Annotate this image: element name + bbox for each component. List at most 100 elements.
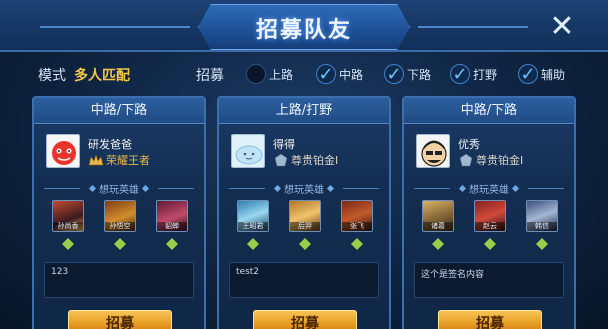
avatar[interactable]	[231, 134, 265, 168]
lane-mark-icon	[432, 238, 444, 250]
filter-bar: 模式 多人匹配 招募 上路 ✓ 中路 ✓ 下路 ✓ 打野 ✓ 辅助	[0, 56, 608, 90]
hero-name: 诸葛	[423, 222, 453, 231]
lane-mark-icon	[166, 238, 178, 250]
want-heroes-label: 想玩英雄	[469, 184, 509, 196]
signature-note: 123	[44, 262, 194, 298]
hero-portrait[interactable]: 赵云	[474, 200, 506, 232]
hero-name: 貂蝉	[157, 222, 187, 231]
platinum-rank-icon	[459, 153, 473, 167]
lane-option-mid[interactable]: ✓ 中路	[316, 62, 363, 86]
lane-option-support[interactable]: ✓ 辅助	[518, 62, 565, 86]
hero-name: 韩信	[527, 222, 557, 231]
divider	[158, 187, 194, 189]
rank-text: 荣耀王者	[106, 154, 150, 167]
divider	[414, 187, 450, 189]
lane-top-checkbox[interactable]	[246, 64, 266, 84]
hero-name: 王昭君	[238, 222, 268, 231]
diamond-icon	[458, 184, 467, 192]
rank-text: 尊贵铂金I	[476, 154, 524, 167]
lane-support-checkbox[interactable]: ✓	[518, 63, 538, 85]
rank-badge: 尊贵铂金I	[458, 152, 523, 168]
lane-mid-checkbox[interactable]: ✓	[316, 63, 336, 85]
hero-portrait[interactable]: 后羿	[289, 200, 321, 232]
check-icon: ✓	[520, 63, 536, 85]
rank-badge: 荣耀王者	[88, 152, 150, 168]
king-rank-icon	[88, 154, 104, 166]
hero-name: 孙悟空	[105, 222, 135, 231]
hero-portrait[interactable]: 王昭君	[237, 200, 269, 232]
divider	[44, 187, 80, 189]
card-role: 中路/下路	[404, 98, 574, 124]
hero-portrait[interactable]: 张飞	[341, 200, 373, 232]
header-divider-right	[418, 26, 528, 28]
recruit-button[interactable]: 招募	[438, 310, 542, 329]
recruit-card: 中路/下路 研发爸爸 荣耀王者 想玩英雄 孙尚香 孙悟空 貂蝉 123 招募	[32, 96, 206, 329]
lane-bottom-checkbox[interactable]: ✓	[384, 63, 404, 85]
dialog-title: 招募队友	[255, 18, 352, 43]
lane-option-jungle[interactable]: ✓ 打野	[450, 62, 497, 86]
hero-portrait[interactable]: 貂蝉	[156, 200, 188, 232]
check-icon: ✓	[318, 63, 334, 85]
diamond-icon	[273, 184, 282, 192]
diamond-icon	[326, 184, 335, 192]
close-button[interactable]: ✕	[544, 8, 580, 44]
player-name: 得得	[273, 138, 295, 151]
dialog-header: 招募队友 ✕	[0, 0, 608, 52]
hero-name: 张飞	[342, 222, 372, 231]
avatar[interactable]	[46, 134, 80, 168]
divider	[229, 187, 265, 189]
recruit-button[interactable]: 招募	[68, 310, 172, 329]
rank-badge: 尊贵铂金I	[273, 152, 338, 168]
diamond-icon	[88, 184, 97, 192]
hero-portrait[interactable]: 孙悟空	[104, 200, 136, 232]
want-heroes-label: 想玩英雄	[99, 184, 139, 196]
check-icon: ✓	[452, 63, 468, 85]
card-role: 中路/下路	[34, 98, 204, 124]
recruit-dialog: 招募队友 ✕ 模式 多人匹配 招募 上路 ✓ 中路 ✓ 下路 ✓ 打野 ✓ 辅助	[0, 0, 608, 329]
hero-name: 后羿	[290, 222, 320, 231]
lane-mark-icon	[114, 238, 126, 250]
lane-option-label: 打野	[473, 67, 498, 82]
signature-note: 这个是签名内容	[414, 262, 564, 298]
recruit-card: 上路/打野 得得 尊贵铂金I 想玩英雄 王昭君 后羿 张飞 test2 招募	[217, 96, 391, 329]
platinum-rank-icon	[274, 153, 288, 167]
hero-name: 孙尚香	[53, 222, 83, 231]
lane-mark-icon	[484, 238, 496, 250]
mode-label: 模式	[38, 68, 66, 84]
lane-option-label: 中路	[339, 67, 364, 82]
lane-mark-icon	[351, 238, 363, 250]
recruit-button[interactable]: 招募	[253, 310, 357, 329]
lane-option-top[interactable]: 上路	[246, 62, 293, 86]
lane-mark-icon	[62, 238, 74, 250]
check-icon: ✓	[386, 63, 402, 85]
diamond-icon	[511, 184, 520, 192]
diamond-icon	[141, 184, 150, 192]
rank-text: 尊贵铂金I	[291, 154, 339, 167]
want-heroes-header: 想玩英雄	[404, 180, 574, 196]
lane-option-label: 上路	[269, 67, 294, 82]
lane-option-label: 辅助	[541, 67, 566, 82]
hero-name: 赵云	[475, 222, 505, 231]
player-name: 优秀	[458, 138, 480, 151]
lane-mark-icon	[299, 238, 311, 250]
hero-portrait[interactable]: 孙尚香	[52, 200, 84, 232]
header-divider-left	[40, 26, 190, 28]
avatar[interactable]	[416, 134, 450, 168]
hero-portrait[interactable]: 韩信	[526, 200, 558, 232]
divider	[343, 187, 379, 189]
card-role: 上路/打野	[219, 98, 389, 124]
want-heroes-header: 想玩英雄	[219, 180, 389, 196]
lane-option-bottom[interactable]: ✓ 下路	[384, 62, 431, 86]
want-heroes-label: 想玩英雄	[284, 184, 324, 196]
mode-value[interactable]: 多人匹配	[74, 65, 130, 85]
signature-note: test2	[229, 262, 379, 298]
lane-option-label: 下路	[407, 67, 432, 82]
hero-portrait[interactable]: 诸葛	[422, 200, 454, 232]
want-heroes-header: 想玩英雄	[34, 180, 204, 196]
recruit-card: 中路/下路 优秀 尊贵铂金I 想玩英雄 诸葛 赵云 韩信 这个是签名内容 招募	[402, 96, 576, 329]
close-icon: ✕	[549, 8, 575, 44]
lane-mark-icon	[247, 238, 259, 250]
lane-jungle-checkbox[interactable]: ✓	[450, 63, 470, 85]
divider	[528, 187, 564, 189]
recruit-filter-label: 招募	[196, 68, 224, 84]
